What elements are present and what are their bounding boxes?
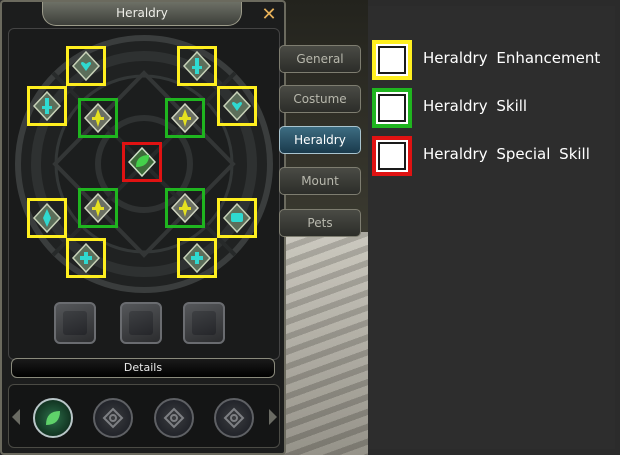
background-shadow	[280, 0, 368, 232]
skill-slot[interactable]	[165, 98, 205, 138]
fleur-skill-icon	[83, 103, 113, 133]
enhancement-slot[interactable]	[217, 198, 257, 238]
enhancement-slot[interactable]	[27, 198, 67, 238]
diamond-outline-icon	[102, 407, 124, 429]
enhancement-slot[interactable]	[217, 86, 257, 126]
fleur-skill-icon	[170, 193, 200, 223]
background-stone	[280, 232, 368, 455]
legend-item-enhancement: Heraldry Enhancement	[372, 40, 612, 80]
tab-pets[interactable]: Pets	[279, 209, 361, 237]
diamond-outline-icon	[163, 407, 185, 429]
enhancement-slot[interactable]	[27, 86, 67, 126]
heart-gem-icon	[222, 91, 252, 121]
enhancement-slot[interactable]	[177, 238, 217, 278]
leaf-icon	[46, 411, 60, 425]
skill-slot[interactable]	[78, 188, 118, 228]
fleur-skill-icon	[83, 193, 113, 223]
tab-costume[interactable]: Costume	[279, 85, 361, 113]
heraldry-slot[interactable]	[154, 398, 194, 438]
empty-socket[interactable]	[54, 302, 96, 344]
legend-label: Heraldry Skill	[423, 97, 528, 115]
tab-general[interactable]: General	[279, 45, 361, 73]
details-button[interactable]: Details	[11, 358, 275, 378]
red-box-icon	[372, 136, 412, 176]
cross-gem-icon	[71, 243, 101, 273]
skill-slot[interactable]	[165, 188, 205, 228]
window-title: Heraldry	[42, 2, 242, 26]
heraldry-slot[interactable]	[214, 398, 254, 438]
crystal-gem-icon	[32, 203, 62, 233]
empty-socket[interactable]	[183, 302, 225, 344]
skill-slot[interactable]	[78, 98, 118, 138]
empty-socket[interactable]	[120, 302, 162, 344]
legend-label: Heraldry Special Skill	[423, 145, 590, 163]
sword-gem-icon	[32, 91, 62, 121]
diamond-outline-icon	[223, 407, 245, 429]
tab-mount[interactable]: Mount	[279, 167, 361, 195]
enhancement-slot[interactable]	[66, 46, 106, 86]
legend-item-skill: Heraldry Skill	[372, 88, 612, 128]
sword-gem-icon	[182, 51, 212, 81]
close-icon[interactable]: ✕	[260, 6, 278, 24]
legend-label: Heraldry Enhancement	[423, 49, 601, 67]
special-skill-slot[interactable]	[122, 142, 162, 182]
cross-gem-icon	[182, 243, 212, 273]
fleur-skill-icon	[170, 103, 200, 133]
green-box-icon	[372, 88, 412, 128]
active-heraldry-slot[interactable]	[33, 398, 73, 438]
heraldry-window: Heraldry ✕ Details	[0, 0, 286, 455]
enhancement-slot[interactable]	[177, 46, 217, 86]
scroll-left-icon[interactable]	[12, 409, 20, 425]
legend-item-special-skill: Heraldry Special Skill	[372, 136, 612, 176]
yellow-box-icon	[372, 40, 412, 80]
tab-heraldry[interactable]: Heraldry	[279, 126, 361, 154]
legend-panel: Heraldry Enhancement Heraldry Skill Hera…	[368, 6, 615, 449]
armor-gem-icon	[222, 203, 252, 233]
scroll-right-icon[interactable]	[269, 409, 277, 425]
heraldry-slot[interactable]	[93, 398, 133, 438]
leaf-special-icon	[127, 147, 157, 177]
heraldry-slot-bar	[8, 384, 280, 448]
enhancement-slot[interactable]	[66, 238, 106, 278]
heart-gem-icon	[71, 51, 101, 81]
